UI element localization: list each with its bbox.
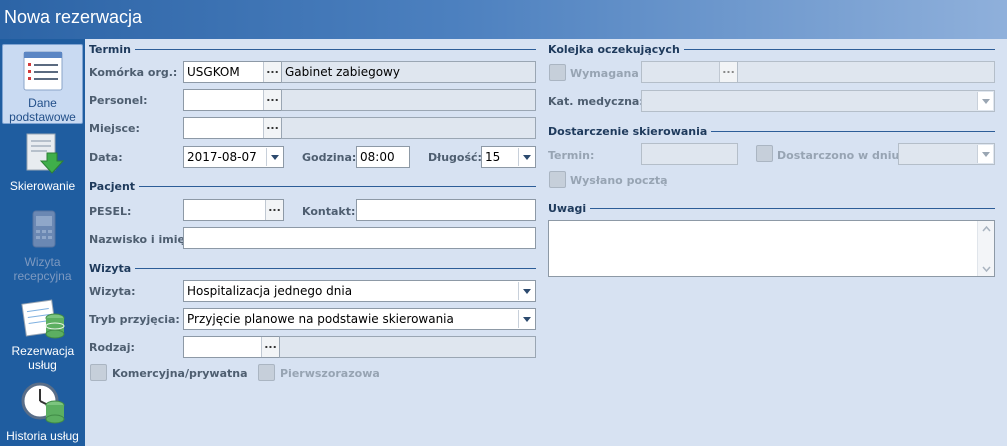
chevron-down-icon[interactable] bbox=[266, 148, 282, 166]
wizyta-select[interactable]: Hospitalizacja jednego dnia bbox=[183, 280, 536, 302]
rodzaj-name-field bbox=[279, 336, 536, 358]
phone-icon bbox=[32, 210, 55, 248]
komorka-name-field: Gabinet zabiegowy bbox=[281, 61, 536, 83]
komorka-code-input[interactable]: USGKOM... bbox=[183, 61, 282, 83]
kolejka-code-input[interactable]: ... bbox=[641, 61, 738, 83]
komorka-browse-button[interactable]: ... bbox=[263, 62, 281, 82]
chevron-down-icon[interactable] bbox=[518, 148, 534, 166]
termin-dostarczenia-label: Termin: bbox=[548, 149, 595, 162]
wymagana-label: Wymagana bbox=[570, 67, 639, 80]
kat-medyczna-label: Kat. medyczna: bbox=[548, 95, 644, 108]
chevron-down-icon[interactable] bbox=[977, 92, 993, 110]
miejsce-code-input[interactable]: ... bbox=[183, 117, 282, 139]
form-panel: Termin Komórka org.: USGKOM... Gabinet z… bbox=[85, 39, 1007, 446]
section-dostarczenie: Dostarczenie skierowania bbox=[548, 125, 995, 138]
kolejka-name-field bbox=[737, 61, 995, 83]
sidebar-item-label: Wizyta recepcyjna bbox=[13, 255, 72, 283]
sidebar-item-dane-podstawowe[interactable]: Dane podstawowe bbox=[2, 44, 83, 124]
dostarczono-label: Dostarczono w dniu: bbox=[777, 149, 904, 162]
kontakt-label: Kontakt: bbox=[302, 205, 356, 218]
section-uwagi: Uwagi bbox=[548, 202, 995, 215]
scroll-arrows-icon bbox=[982, 225, 991, 273]
sidebar: Dane podstawowe Skierowanie Wizyta recep… bbox=[0, 39, 85, 446]
chevron-down-icon[interactable] bbox=[518, 310, 534, 328]
termin-dostarczenia-input[interactable] bbox=[641, 143, 738, 165]
uwagi-textarea[interactable] bbox=[548, 220, 995, 277]
sidebar-item-rezerwacja-uslug[interactable]: Rezerwacja usług bbox=[0, 296, 85, 372]
calendar-database-icon bbox=[20, 299, 64, 339]
sidebar-item-label: Historia usług bbox=[6, 429, 79, 443]
nazwisko-input[interactable] bbox=[183, 227, 536, 249]
pesel-browse-button[interactable]: ... bbox=[265, 200, 283, 220]
personel-code-input[interactable]: ... bbox=[183, 89, 282, 111]
section-pacjent: Pacjent bbox=[89, 180, 536, 193]
rodzaj-code-input[interactable]: ... bbox=[183, 336, 280, 358]
data-date-picker[interactable]: 2017-08-07 bbox=[183, 146, 284, 168]
miejsce-name-field bbox=[281, 117, 536, 139]
wyslano-checkbox[interactable] bbox=[549, 171, 566, 188]
dlugosc-label: Długość: bbox=[428, 151, 482, 164]
godzina-label: Godzina: bbox=[302, 151, 357, 164]
section-wizyta: Wizyta bbox=[89, 262, 536, 275]
wizyta-label: Wizyta: bbox=[89, 285, 136, 298]
wyslano-label: Wysłano pocztą bbox=[570, 174, 668, 187]
miejsce-browse-button[interactable]: ... bbox=[263, 118, 281, 138]
sidebar-item-skierowanie[interactable]: Skierowanie bbox=[0, 131, 85, 201]
personel-label: Personel: bbox=[89, 94, 148, 107]
uwagi-scrollbar[interactable] bbox=[977, 221, 994, 276]
pesel-label: PESEL: bbox=[89, 205, 132, 218]
sidebar-item-label: Dane podstawowe bbox=[9, 96, 76, 124]
personel-browse-button[interactable]: ... bbox=[263, 90, 281, 110]
clock-database-icon bbox=[21, 382, 64, 424]
komercyjna-checkbox[interactable] bbox=[90, 364, 107, 381]
sidebar-item-historia-uslug[interactable]: Historia usług bbox=[0, 379, 85, 446]
wymagana-checkbox[interactable] bbox=[549, 64, 566, 81]
rodzaj-label: Rodzaj: bbox=[89, 341, 135, 354]
dlugosc-select[interactable]: 15 bbox=[481, 146, 536, 168]
dostarczono-date-picker[interactable] bbox=[898, 143, 995, 165]
tryb-label: Tryb przyjęcia: bbox=[89, 313, 180, 326]
sidebar-item-label: Skierowanie bbox=[9, 179, 76, 193]
section-kolejka: Kolejka oczekujących bbox=[548, 43, 995, 56]
dostarczono-checkbox[interactable] bbox=[756, 145, 773, 162]
personel-name-field bbox=[281, 89, 536, 111]
list-document-icon bbox=[23, 51, 62, 91]
rodzaj-browse-button[interactable]: ... bbox=[261, 337, 279, 357]
tryb-select[interactable]: Przyjęcie planowe na podstawie skierowan… bbox=[183, 308, 536, 330]
pierwszorazowa-checkbox[interactable] bbox=[258, 364, 275, 381]
sidebar-item-wizyta-recepcyjna[interactable]: Wizyta recepcyjna bbox=[0, 207, 85, 289]
komorka-label: Komórka org.: bbox=[89, 66, 178, 79]
miejsce-label: Miejsce: bbox=[89, 122, 140, 135]
nazwisko-label: Nazwisko i imię: bbox=[89, 233, 190, 246]
data-label: Data: bbox=[89, 151, 123, 164]
chevron-down-icon[interactable] bbox=[518, 282, 534, 300]
pierwszorazowa-label: Pierwszorazowa bbox=[280, 367, 380, 380]
sidebar-item-label: Rezerwacja usług bbox=[11, 344, 75, 372]
kontakt-input[interactable] bbox=[356, 199, 536, 221]
document-arrow-icon bbox=[26, 133, 64, 174]
window-title: Nowa rezerwacja bbox=[0, 0, 1007, 39]
komercyjna-label: Komercyjna/prywatna bbox=[112, 367, 248, 380]
pesel-input[interactable]: ... bbox=[183, 199, 284, 221]
kolejka-browse-button[interactable]: ... bbox=[719, 62, 737, 82]
chevron-down-icon[interactable] bbox=[977, 145, 993, 163]
kat-medyczna-select[interactable] bbox=[641, 90, 995, 112]
godzina-input[interactable]: 08:00 bbox=[356, 146, 410, 168]
section-termin: Termin bbox=[89, 43, 536, 56]
